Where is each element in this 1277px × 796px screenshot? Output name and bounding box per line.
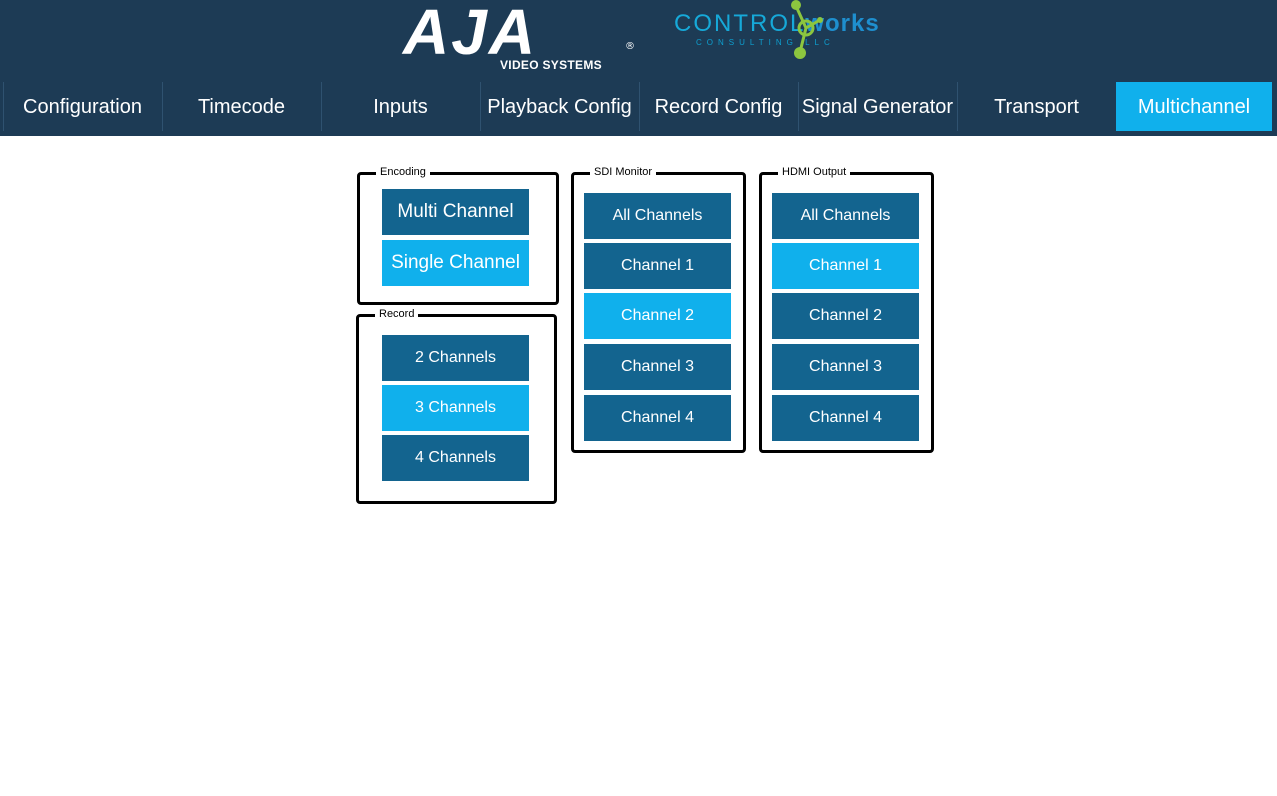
- hdmi-channel-2-button[interactable]: Channel 2: [772, 293, 919, 339]
- record-group-title: Record: [375, 306, 419, 322]
- record-3-channels-button[interactable]: 3 Channels: [382, 385, 529, 431]
- tab-configuration[interactable]: Configuration: [3, 82, 161, 131]
- encoding-group-title: Encoding: [376, 164, 430, 180]
- aja-registered-mark: ®: [625, 41, 635, 52]
- hdmi-channel-1-button[interactable]: Channel 1: [772, 243, 919, 289]
- tab-signal-generator[interactable]: Signal Generator: [798, 82, 956, 131]
- sdi-channel-3-button[interactable]: Channel 3: [584, 344, 731, 390]
- controlworks-logo: CONTROLworks CONSULTING LLC: [674, 0, 884, 64]
- sdi-monitor-group-title: SDI Monitor: [590, 164, 657, 180]
- encoding-multi-channel-button[interactable]: Multi Channel: [382, 189, 529, 235]
- aja-logo-wordmark: AJA: [403, 0, 538, 68]
- sdi-channel-1-button[interactable]: Channel 1: [584, 243, 731, 289]
- sdi-monitor-group: SDI Monitor All Channels Channel 1 Chann…: [571, 164, 746, 453]
- hdmi-output-group-title: HDMI Output: [778, 164, 851, 180]
- molecule-icon: [791, 0, 823, 59]
- tab-record-config[interactable]: Record Config: [639, 82, 797, 131]
- tab-transport[interactable]: Transport: [957, 82, 1115, 131]
- hdmi-output-group: HDMI Output All Channels Channel 1 Chann…: [759, 164, 934, 453]
- record-4-channels-button[interactable]: 4 Channels: [382, 435, 529, 481]
- hdmi-all-channels-button[interactable]: All Channels: [772, 193, 919, 239]
- controlworks-wordmark: CONTROLworks: [674, 10, 880, 37]
- logo-area: AJA ® VIDEO SYSTEMS CONTROLworks CONSULT…: [0, 0, 1277, 80]
- hdmi-channel-4-button[interactable]: Channel 4: [772, 395, 919, 441]
- header-bar: AJA ® VIDEO SYSTEMS CONTROLworks CONSULT…: [0, 0, 1277, 136]
- sdi-all-channels-button[interactable]: All Channels: [584, 193, 731, 239]
- encoding-single-channel-button[interactable]: Single Channel: [382, 240, 529, 286]
- tab-timecode[interactable]: Timecode: [162, 82, 320, 131]
- main-tab-bar: Configuration Timecode Inputs Playback C…: [3, 82, 1273, 132]
- tab-playback-config[interactable]: Playback Config: [480, 82, 638, 131]
- tab-multichannel[interactable]: Multichannel: [1116, 82, 1272, 131]
- sdi-channel-4-button[interactable]: Channel 4: [584, 395, 731, 441]
- record-group: Record 2 Channels 3 Channels 4 Channels: [356, 306, 557, 504]
- sdi-channel-2-button[interactable]: Channel 2: [584, 293, 731, 339]
- aja-logo-subtitle: VIDEO SYSTEMS: [500, 58, 602, 72]
- record-2-channels-button[interactable]: 2 Channels: [382, 335, 529, 381]
- encoding-group: Encoding Multi Channel Single Channel: [357, 164, 559, 305]
- tab-inputs[interactable]: Inputs: [321, 82, 479, 131]
- hdmi-channel-3-button[interactable]: Channel 3: [772, 344, 919, 390]
- aja-logo: AJA ® VIDEO SYSTEMS: [403, 0, 638, 76]
